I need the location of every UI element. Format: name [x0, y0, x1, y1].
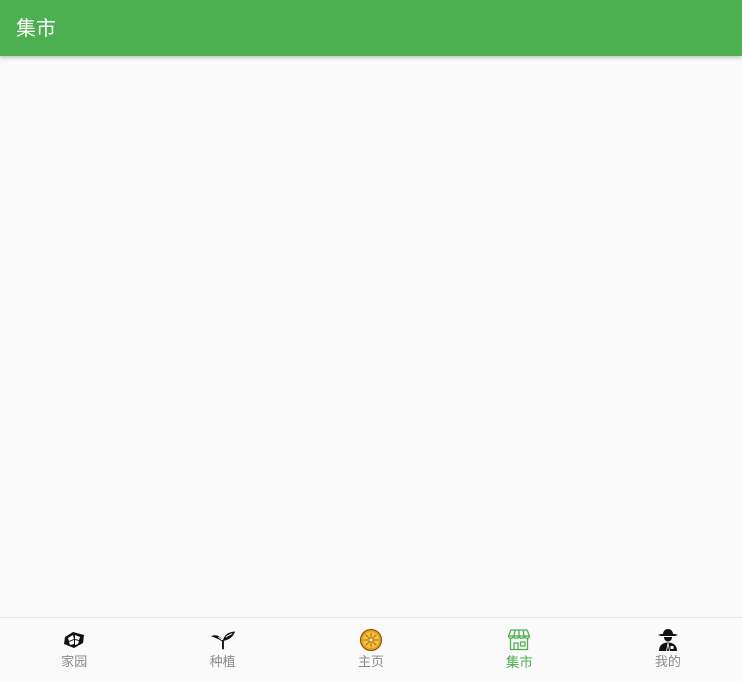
nav-item-market[interactable]: 集市 — [445, 618, 593, 681]
nav-item-mine[interactable]: 我的 — [594, 618, 742, 681]
home-garden-icon — [61, 627, 87, 653]
nav-item-planting[interactable]: 种植 — [148, 618, 296, 681]
nav-label-home: 家园 — [61, 655, 88, 670]
nav-label-market: 集市 — [505, 655, 533, 671]
main-content — [0, 56, 742, 617]
bottom-navigation-bar: 家园 种植 主页 集市 我的 — [0, 617, 742, 681]
nav-label-planting: 种植 — [209, 655, 236, 670]
app-window: 集市 家园 种植 主页 集市 我的 — [0, 0, 742, 681]
orange-slice-icon — [358, 627, 384, 653]
nav-label-mine: 我的 — [654, 655, 681, 670]
nav-label-main: 主页 — [358, 655, 385, 670]
sprout-icon — [210, 627, 236, 653]
nav-item-main[interactable]: 主页 — [297, 618, 445, 681]
market-stall-icon — [506, 627, 532, 653]
page-title: 集市 — [16, 16, 56, 40]
app-bar: 集市 — [0, 0, 742, 56]
farmer-avatar-icon — [655, 627, 681, 653]
nav-item-home[interactable]: 家园 — [0, 618, 148, 681]
